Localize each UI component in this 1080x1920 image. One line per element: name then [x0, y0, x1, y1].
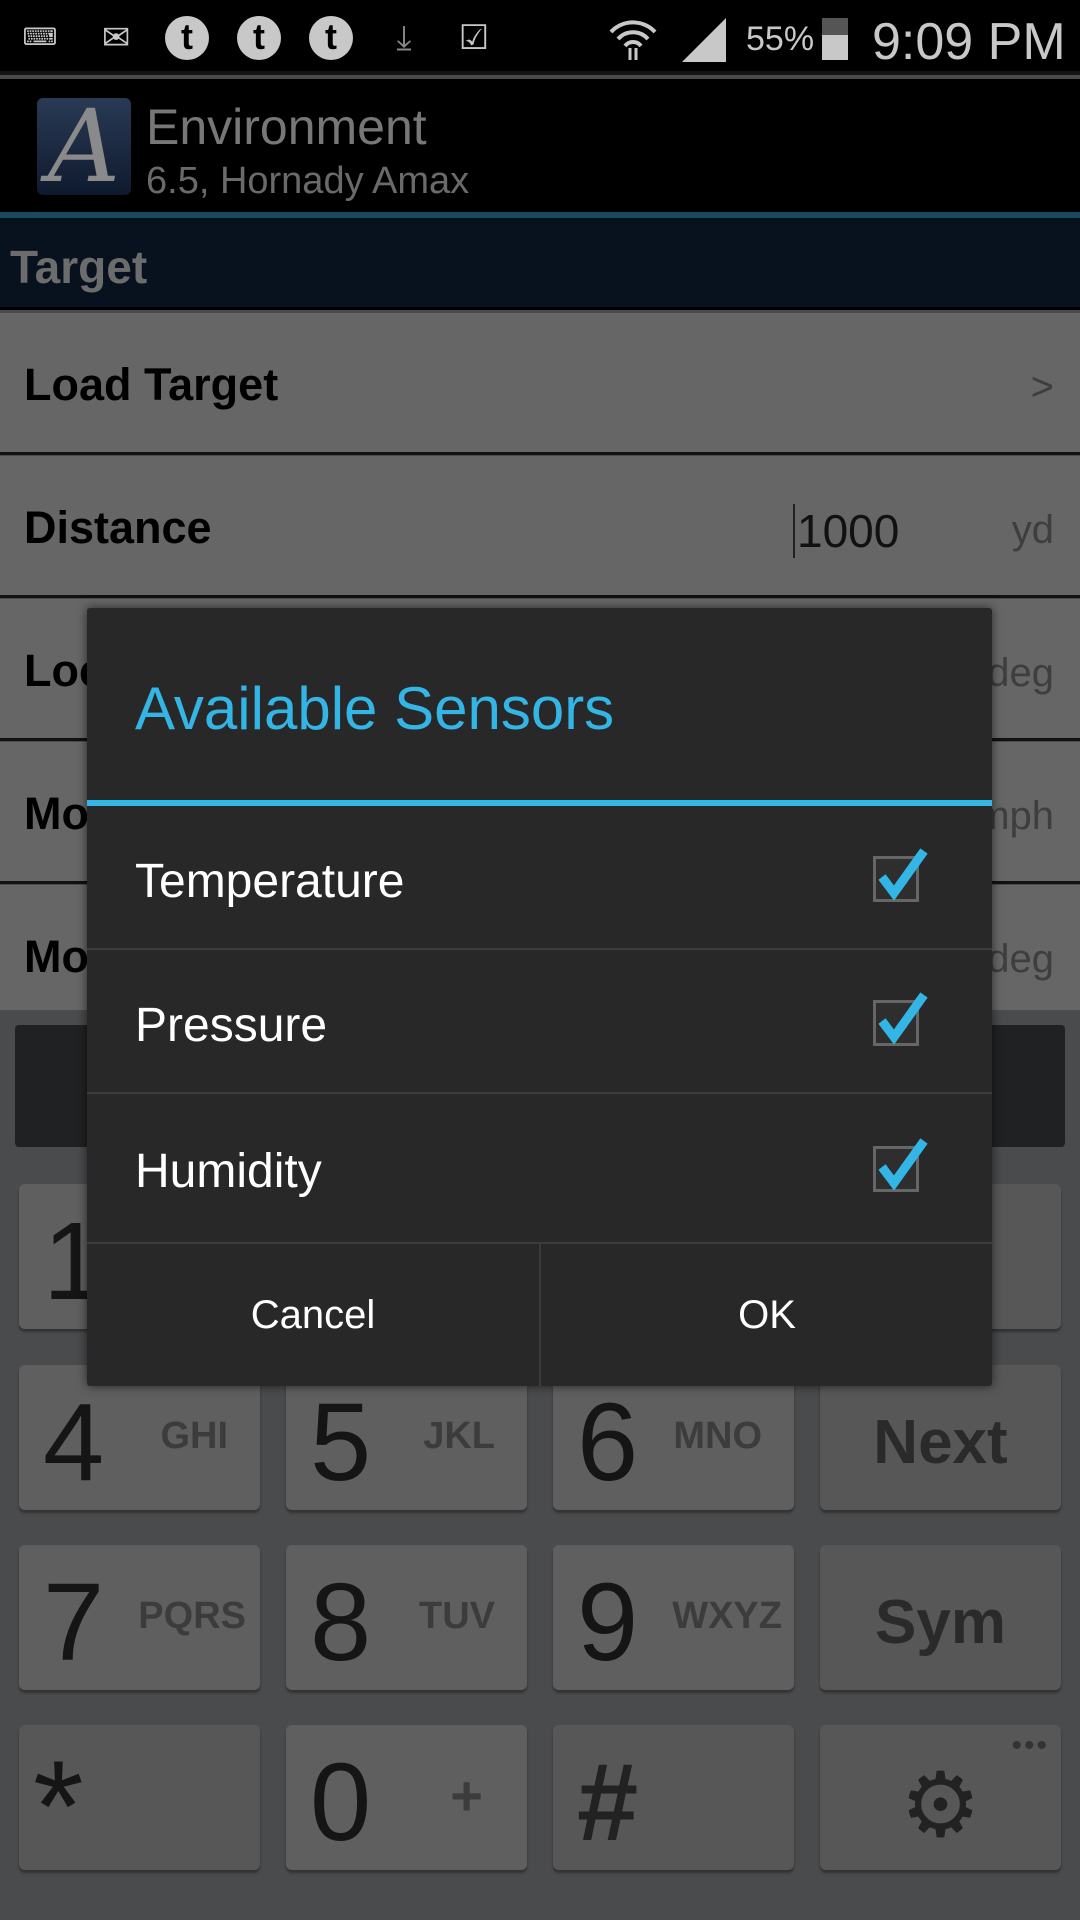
sensor-label: Humidity [135, 1145, 322, 1198]
key-hash[interactable]: # [553, 1725, 794, 1870]
section-header: Target [0, 218, 1080, 310]
dialog-title: Available Sensors [135, 675, 615, 742]
tumblr-icon: t [165, 16, 209, 60]
key-settings[interactable]: ••• ⚙ [820, 1725, 1061, 1870]
ok-button[interactable]: OK [541, 1244, 993, 1386]
battery-icon [822, 18, 848, 60]
status-bar: ⌨ ✉ t t t ⤓ ☑ 55% 9:09 PM [0, 0, 1080, 75]
chevron-right-icon: > [1030, 365, 1054, 409]
clock: 9:09 PM [872, 13, 1066, 71]
gear-icon: ⚙ [900, 1756, 981, 1856]
checkmark-icon [878, 992, 928, 1045]
clipboard-check-icon: ☑ [458, 19, 490, 57]
distance-row: Distance 1000 yd [0, 456, 1080, 598]
row-label: Load Target [24, 359, 279, 410]
key-letters: PQRS [138, 1595, 246, 1637]
key-digit: 5 [310, 1381, 372, 1504]
key-8[interactable]: 8 TUV [286, 1545, 527, 1690]
available-sensors-dialog: Available Sensors Temperature Pressure H… [87, 608, 992, 1386]
screen-title: Environment [146, 99, 427, 155]
wifi-icon [608, 18, 658, 60]
key-0[interactable]: 0 + [286, 1725, 527, 1870]
sensor-label: Pressure [135, 999, 328, 1052]
section-title: Target [10, 241, 148, 293]
key-digit: # [577, 1741, 639, 1864]
key-digit: 6 [577, 1381, 639, 1504]
key-digit: 9 [577, 1561, 639, 1684]
sensor-item-pressure[interactable]: Pressure [87, 950, 992, 1094]
load-target-row[interactable]: Load Target > [0, 313, 1080, 455]
key-9[interactable]: 9 WXYZ [553, 1545, 794, 1690]
row-label: Mo [24, 788, 89, 839]
row-unit: deg [987, 937, 1054, 981]
key-letters: + [450, 1764, 483, 1827]
row-label: Mo [24, 931, 89, 982]
battery-percent: 55% [746, 20, 815, 58]
key-digit: * [33, 1733, 84, 1879]
key-sym[interactable]: Sym [820, 1545, 1061, 1690]
key-letters: GHI [160, 1415, 228, 1457]
row-unit: deg [987, 651, 1054, 695]
row-label: Distance [24, 502, 212, 553]
sensor-item-humidity[interactable]: Humidity [87, 1096, 992, 1244]
key-digit: 7 [43, 1561, 105, 1684]
signal-icon [680, 18, 728, 62]
key-letters: WXYZ [672, 1595, 782, 1637]
key-6[interactable]: 6 MNO [553, 1365, 794, 1510]
key-digit: 4 [43, 1381, 105, 1504]
key-letters: JKL [423, 1415, 495, 1457]
download-icon: ⤓ [396, 19, 412, 57]
keyboard-icon: ⌨ [22, 24, 58, 51]
tumblr-icon: t [237, 16, 281, 60]
key-star[interactable]: * [19, 1725, 260, 1879]
screen-subtitle: 6.5, Hornady Amax [146, 160, 470, 202]
temperature-checkbox[interactable] [873, 848, 928, 902]
mail-icon: ✉ [101, 19, 131, 57]
cancel-button[interactable]: Cancel [87, 1244, 539, 1386]
checkmark-icon [878, 1138, 928, 1191]
key-7[interactable]: 7 PQRS [19, 1545, 260, 1690]
sensor-item-temperature[interactable]: Temperature [87, 806, 992, 950]
key-digit: 0 [310, 1741, 372, 1864]
tumblr-icon: t [309, 16, 353, 60]
key-label: Next [873, 1408, 1008, 1477]
key-letters: MNO [673, 1415, 762, 1457]
app-logo[interactable]: A [37, 97, 131, 197]
key-letters: TUV [419, 1595, 495, 1637]
sensor-label: Temperature [135, 855, 405, 908]
row-unit: yd [1011, 508, 1054, 552]
key-5[interactable]: 5 JKL [286, 1365, 527, 1510]
distance-input[interactable]: 1000 [793, 504, 899, 558]
key-digit: 8 [310, 1561, 372, 1684]
checkmark-icon [878, 848, 928, 901]
humidity-checkbox[interactable] [873, 1138, 928, 1192]
pressure-checkbox[interactable] [873, 992, 928, 1046]
key-label: Sym [875, 1588, 1006, 1657]
key-4[interactable]: 4 GHI [19, 1365, 260, 1510]
key-next[interactable]: Next [820, 1365, 1061, 1510]
